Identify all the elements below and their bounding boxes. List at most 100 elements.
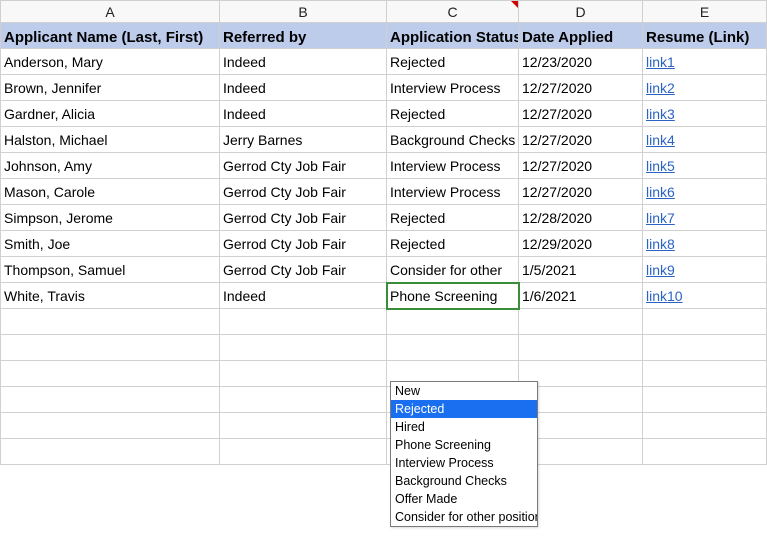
table-row: Simpson, Jerome Gerrod Cty Job Fair Reje…	[1, 205, 767, 231]
cell-status[interactable]: Interview Process	[387, 153, 519, 179]
spreadsheet-grid[interactable]: A B C D E Applicant Name (Last, First) R…	[0, 0, 767, 465]
cell-referred[interactable]: Gerrod Cty Job Fair	[220, 179, 387, 205]
cell-name[interactable]: Brown, Jennifer	[1, 75, 220, 101]
empty-row	[1, 361, 767, 387]
cell-name[interactable]: White, Travis	[1, 283, 220, 309]
cell-name[interactable]: Johnson, Amy	[1, 153, 220, 179]
column-header-row: A B C D E	[1, 1, 767, 23]
column-header-d[interactable]: D	[519, 1, 643, 23]
resume-link[interactable]: link3	[646, 106, 675, 122]
empty-row	[1, 335, 767, 361]
cell-date[interactable]: 12/27/2020	[519, 101, 643, 127]
cell-status-value: Phone Screening	[390, 288, 497, 304]
resume-link[interactable]: link1	[646, 54, 675, 70]
cell-resume[interactable]: link6	[643, 179, 767, 205]
cell-name[interactable]: Simpson, Jerome	[1, 205, 220, 231]
header-date[interactable]: Date Applied	[519, 23, 643, 49]
cell-referred[interactable]: Indeed	[220, 49, 387, 75]
table-row: Gardner, Alicia Indeed Rejected 12/27/20…	[1, 101, 767, 127]
cell-status[interactable]: Interview Process	[387, 179, 519, 205]
cell-name[interactable]: Smith, Joe	[1, 231, 220, 257]
cell-status[interactable]: Background Checks	[387, 127, 519, 153]
resume-link[interactable]: link5	[646, 158, 675, 174]
cell-status[interactable]: Rejected	[387, 231, 519, 257]
header-row: Applicant Name (Last, First) Referred by…	[1, 23, 767, 49]
header-status[interactable]: Application Status	[387, 23, 519, 49]
cell-referred[interactable]: Gerrod Cty Job Fair	[220, 231, 387, 257]
resume-link[interactable]: link8	[646, 236, 675, 252]
table-row: Anderson, Mary Indeed Rejected 12/23/202…	[1, 49, 767, 75]
dropdown-option[interactable]: Hired	[391, 418, 537, 436]
cell-status[interactable]: Rejected	[387, 205, 519, 231]
cell-referred[interactable]: Gerrod Cty Job Fair	[220, 205, 387, 231]
cell-name[interactable]: Halston, Michael	[1, 127, 220, 153]
resume-link[interactable]: link7	[646, 210, 675, 226]
empty-row	[1, 309, 767, 335]
table-row: Halston, Michael Jerry Barnes Background…	[1, 127, 767, 153]
cell-resume[interactable]: link7	[643, 205, 767, 231]
cell-name[interactable]: Thompson, Samuel	[1, 257, 220, 283]
cell-resume[interactable]: link10	[643, 283, 767, 309]
table-row: Johnson, Amy Gerrod Cty Job Fair Intervi…	[1, 153, 767, 179]
table-row: Thompson, Samuel Gerrod Cty Job Fair Con…	[1, 257, 767, 283]
comment-marker-icon	[511, 1, 518, 8]
cell-resume[interactable]: link1	[643, 49, 767, 75]
header-referred[interactable]: Referred by	[220, 23, 387, 49]
column-header-a[interactable]: A	[1, 1, 220, 23]
cell-name[interactable]: Gardner, Alicia	[1, 101, 220, 127]
column-header-c[interactable]: C	[387, 1, 519, 23]
cell-resume[interactable]: link8	[643, 231, 767, 257]
dropdown-option[interactable]: Consider for other positions	[391, 508, 537, 526]
cell-resume[interactable]: link4	[643, 127, 767, 153]
cell-referred[interactable]: Indeed	[220, 75, 387, 101]
cell-resume[interactable]: link5	[643, 153, 767, 179]
table-row: Smith, Joe Gerrod Cty Job Fair Rejected …	[1, 231, 767, 257]
cell-date[interactable]: 12/27/2020	[519, 127, 643, 153]
table-row: Brown, Jennifer Indeed Interview Process…	[1, 75, 767, 101]
resume-link[interactable]: link4	[646, 132, 675, 148]
empty-row	[1, 413, 767, 439]
cell-referred[interactable]: Jerry Barnes	[220, 127, 387, 153]
validation-dropdown[interactable]: New Rejected Hired Phone Screening Inter…	[390, 381, 538, 527]
column-header-b[interactable]: B	[220, 1, 387, 23]
cell-name[interactable]: Mason, Carole	[1, 179, 220, 205]
cell-date[interactable]: 12/27/2020	[519, 179, 643, 205]
cell-date[interactable]: 1/6/2021	[519, 283, 643, 309]
header-name[interactable]: Applicant Name (Last, First)	[1, 23, 220, 49]
cell-date[interactable]: 12/28/2020	[519, 205, 643, 231]
cell-status-active[interactable]: Phone Screening	[387, 283, 519, 309]
resume-link[interactable]: link10	[646, 288, 683, 304]
cell-resume[interactable]: link2	[643, 75, 767, 101]
table-row: White, Travis Indeed Phone Screening 1/6…	[1, 283, 767, 309]
dropdown-option[interactable]: Phone Screening	[391, 436, 537, 454]
empty-row	[1, 387, 767, 413]
cell-status[interactable]: Rejected	[387, 49, 519, 75]
cell-date[interactable]: 1/5/2021	[519, 257, 643, 283]
cell-date[interactable]: 12/27/2020	[519, 153, 643, 179]
dropdown-option-selected[interactable]: Rejected	[391, 400, 537, 418]
resume-link[interactable]: link2	[646, 80, 675, 96]
column-header-e[interactable]: E	[643, 1, 767, 23]
cell-date[interactable]: 12/23/2020	[519, 49, 643, 75]
cell-date[interactable]: 12/27/2020	[519, 75, 643, 101]
cell-referred[interactable]: Gerrod Cty Job Fair	[220, 257, 387, 283]
cell-referred[interactable]: Gerrod Cty Job Fair	[220, 153, 387, 179]
cell-referred[interactable]: Indeed	[220, 101, 387, 127]
empty-row	[1, 439, 767, 465]
dropdown-option[interactable]: New	[391, 382, 537, 400]
dropdown-option[interactable]: Offer Made	[391, 490, 537, 508]
dropdown-option[interactable]: Interview Process	[391, 454, 537, 472]
dropdown-option[interactable]: Background Checks	[391, 472, 537, 490]
cell-date[interactable]: 12/29/2020	[519, 231, 643, 257]
resume-link[interactable]: link9	[646, 262, 675, 278]
cell-referred[interactable]: Indeed	[220, 283, 387, 309]
cell-resume[interactable]: link9	[643, 257, 767, 283]
header-resume[interactable]: Resume (Link)	[643, 23, 767, 49]
cell-status[interactable]: Consider for other	[387, 257, 519, 283]
table-row: Mason, Carole Gerrod Cty Job Fair Interv…	[1, 179, 767, 205]
cell-resume[interactable]: link3	[643, 101, 767, 127]
cell-status[interactable]: Rejected	[387, 101, 519, 127]
cell-name[interactable]: Anderson, Mary	[1, 49, 220, 75]
cell-status[interactable]: Interview Process	[387, 75, 519, 101]
resume-link[interactable]: link6	[646, 184, 675, 200]
